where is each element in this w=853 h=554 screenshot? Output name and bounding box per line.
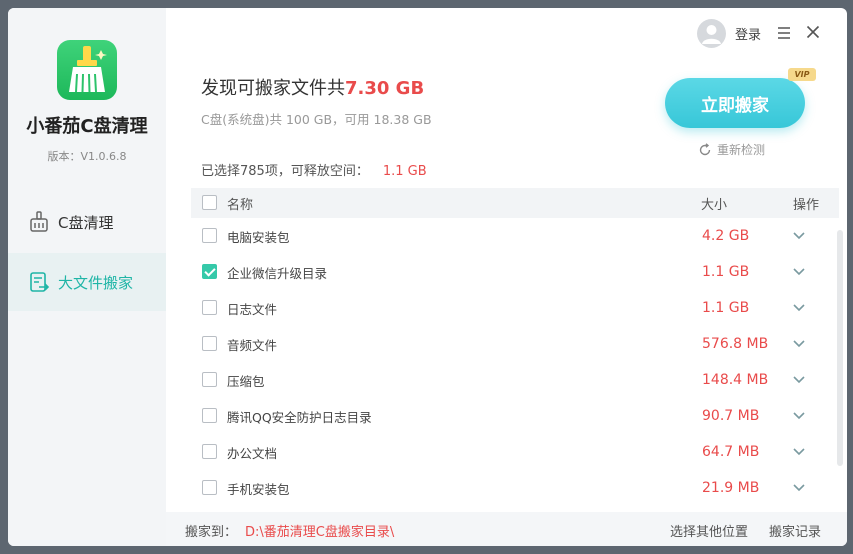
- row-name: 压缩包: [227, 373, 265, 389]
- chevron-down-icon[interactable]: [792, 230, 806, 242]
- table-row: 电脑安装包 4.2 GB: [191, 218, 839, 254]
- table-row: 腾讯QQ安全防护日志目录 90.7 MB: [191, 398, 839, 434]
- chevron-down-icon[interactable]: [792, 446, 806, 458]
- row-name: 手机安装包: [227, 481, 290, 497]
- row-name: 音频文件: [227, 337, 278, 353]
- scrollbar[interactable]: [837, 230, 843, 466]
- found-prefix: 发现可搬家文件共: [201, 78, 345, 99]
- chevron-down-icon[interactable]: [792, 338, 806, 350]
- app-logo-broom-icon: [57, 40, 117, 100]
- selected-summary: 已选择785项，可释放空间： 1.1 GB: [201, 160, 427, 179]
- table-row: 办公文档 64.7 MB: [191, 434, 839, 470]
- recheck-link[interactable]: 重新检测: [698, 141, 765, 158]
- move-now-button[interactable]: 立即搬家: [665, 78, 805, 128]
- sidebar-item-large-file-move[interactable]: 大文件搬家: [8, 253, 166, 311]
- file-list: 电脑安装包 4.2 GB 企业微信升级目录 1.1 GB 日志文件 1.1 GB…: [191, 218, 839, 506]
- selected-free-size: 1.1 GB: [382, 164, 427, 179]
- row-name: 电脑安装包: [227, 229, 290, 245]
- row-size: 1.1 GB: [702, 300, 750, 316]
- app-name: 小番茄C盘清理: [26, 116, 148, 137]
- row-checkbox[interactable]: [202, 372, 217, 387]
- move-record-link[interactable]: 搬家记录: [769, 521, 821, 540]
- column-header-operation: 操作: [793, 197, 820, 213]
- chevron-down-icon[interactable]: [792, 482, 806, 494]
- row-size: 576.8 MB: [702, 336, 769, 352]
- app-version: 版本：V1.0.6.8: [47, 150, 127, 163]
- vip-badge: VIP: [788, 68, 816, 81]
- column-header-size: 大小: [701, 197, 728, 213]
- row-name: 办公文档: [227, 445, 278, 461]
- broom-basket-icon: [30, 211, 48, 232]
- choose-location-link[interactable]: 选择其他位置: [670, 521, 748, 540]
- refresh-icon: [699, 142, 711, 155]
- row-size: 90.7 MB: [702, 408, 760, 424]
- sidebar-item-c-clean[interactable]: C盘清理: [8, 193, 166, 251]
- sidebar-item-label: C盘清理: [58, 213, 114, 232]
- chevron-down-icon[interactable]: [792, 302, 806, 314]
- user-icon: [702, 25, 721, 44]
- recheck-label: 重新检测: [717, 143, 766, 157]
- row-name: 腾讯QQ安全防护日志目录: [227, 409, 372, 425]
- row-size: 64.7 MB: [702, 444, 760, 460]
- found-size: 7.30 GB: [345, 78, 425, 99]
- row-size: 1.1 GB: [702, 264, 750, 280]
- footer-bar: 搬家到： D:\番茄清理C盘搬家目录\ 选择其他位置 搬家记录: [166, 512, 847, 546]
- row-size: 4.2 GB: [702, 228, 750, 244]
- row-size: 21.9 MB: [702, 480, 760, 496]
- row-checkbox[interactable]: [202, 264, 217, 279]
- row-checkbox[interactable]: [202, 228, 217, 243]
- disk-info: C盘(系统盘)共 100 GB，可用 18.38 GB: [201, 112, 432, 127]
- file-move-icon: [30, 272, 50, 292]
- avatar[interactable]: [697, 19, 726, 48]
- table-header: 名称 大小 操作: [191, 188, 839, 218]
- row-checkbox[interactable]: [202, 480, 217, 495]
- row-name: 企业微信升级目录: [227, 265, 328, 281]
- move-to-label: 搬家到：: [185, 525, 238, 540]
- row-checkbox[interactable]: [202, 444, 217, 459]
- row-name: 日志文件: [227, 301, 278, 317]
- table-row: 手机安装包 21.9 MB: [191, 470, 839, 506]
- selected-text: 已选择785项，可释放空间：: [201, 164, 369, 179]
- row-checkbox[interactable]: [202, 300, 217, 315]
- chevron-down-icon[interactable]: [792, 266, 806, 278]
- close-icon[interactable]: [806, 25, 820, 39]
- table-row: 音频文件 576.8 MB: [191, 326, 839, 362]
- menu-icon[interactable]: [777, 26, 791, 40]
- table-row: 日志文件 1.1 GB: [191, 290, 839, 326]
- row-checkbox[interactable]: [202, 336, 217, 351]
- app-window: 小番茄C盘清理 版本：V1.0.6.8 C盘清理 大文件搬家 登录 发现可搬家文…: [8, 8, 847, 546]
- login-link[interactable]: 登录: [735, 24, 761, 43]
- row-checkbox[interactable]: [202, 408, 217, 423]
- sidebar-item-label: 大文件搬家: [58, 273, 134, 292]
- column-header-name: 名称: [227, 197, 254, 213]
- found-files-title: 发现可搬家文件共7.30 GB: [201, 74, 424, 100]
- chevron-down-icon[interactable]: [792, 410, 806, 422]
- chevron-down-icon[interactable]: [792, 374, 806, 386]
- table-row: 企业微信升级目录 1.1 GB: [191, 254, 839, 290]
- row-size: 148.4 MB: [702, 372, 769, 388]
- table-row: 压缩包 148.4 MB: [191, 362, 839, 398]
- move-to-path[interactable]: D:\番茄清理C盘搬家目录\: [245, 521, 394, 540]
- select-all-checkbox[interactable]: [202, 195, 217, 210]
- sidebar: 小番茄C盘清理 版本：V1.0.6.8 C盘清理 大文件搬家: [8, 8, 166, 546]
